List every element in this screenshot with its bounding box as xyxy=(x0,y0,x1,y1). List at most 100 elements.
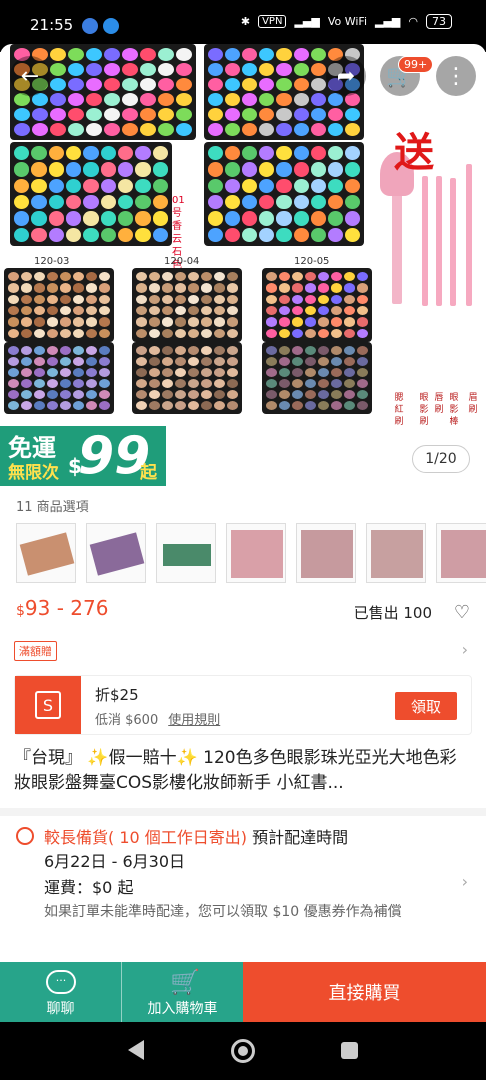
eyeshadow-pan xyxy=(8,390,19,399)
option-thumbnail[interactable] xyxy=(366,523,426,583)
eyeshadow-pan xyxy=(50,48,66,61)
eyeshadow-pan xyxy=(50,123,66,136)
eyeshadow-pan xyxy=(135,178,151,193)
eyeshadow-pan xyxy=(149,272,160,282)
eyeshadow-pan xyxy=(158,78,174,91)
price-value: 93 - 276 xyxy=(24,596,109,620)
coupon-rules-link[interactable]: 使用規則 xyxy=(168,713,220,728)
eyeshadow-pan xyxy=(47,401,58,410)
signal-icon: ▂▄▆ xyxy=(294,15,320,28)
nav-back-icon[interactable] xyxy=(128,1040,144,1060)
option-thumbnail[interactable] xyxy=(226,523,286,583)
eyeshadow-pan xyxy=(225,78,241,91)
eyeshadow-pan xyxy=(331,390,342,399)
eyeshadow-pan xyxy=(73,401,84,410)
eyeshadow-pan xyxy=(227,401,238,410)
eyeshadow-pan xyxy=(259,146,275,161)
eyeshadow-pan xyxy=(86,328,97,338)
eyeshadow-pan xyxy=(318,294,329,304)
palette-label: 120-04 xyxy=(164,256,200,267)
eyeshadow-pan xyxy=(201,328,212,338)
system-nav-bar xyxy=(0,1022,486,1080)
option-thumbnail[interactable] xyxy=(436,523,486,583)
option-thumbnail[interactable] xyxy=(296,523,356,583)
chat-icon: ··· xyxy=(46,970,76,994)
option-thumbnail[interactable] xyxy=(156,523,216,583)
eyeshadow-pan xyxy=(225,93,241,106)
eyeshadow-pan xyxy=(276,211,292,226)
nav-home-icon[interactable] xyxy=(231,1039,255,1063)
eyeshadow-pan xyxy=(208,63,224,76)
eyeshadow-pan xyxy=(136,401,147,410)
eyeshadow-pan xyxy=(357,305,368,316)
eyeshadow-pan xyxy=(162,305,173,316)
option-thumbnail[interactable] xyxy=(16,523,76,583)
eyeshadow-pan xyxy=(225,48,241,61)
eyeshadow-pan xyxy=(357,401,368,410)
eyeshadow-pan xyxy=(344,211,360,226)
eyeshadow-pan xyxy=(259,63,275,76)
gift-tag[interactable]: 滿額贈 xyxy=(14,641,57,661)
eyeshadow-pan xyxy=(60,305,71,316)
option-thumbnail[interactable] xyxy=(86,523,146,583)
buy-now-button[interactable]: 直接購買 xyxy=(243,962,486,1022)
eyeshadow-pan xyxy=(276,162,292,177)
eyeshadow-pan xyxy=(318,283,329,293)
eyeshadow-pan xyxy=(344,379,355,388)
chat-button[interactable]: ··· 聊聊 xyxy=(0,962,121,1022)
eyeshadow-pan xyxy=(65,162,82,177)
eyeshadow-pan xyxy=(86,123,102,136)
eyeshadow-pan xyxy=(14,146,30,161)
eyeshadow-pan xyxy=(188,390,199,399)
eyeshadow-pan xyxy=(214,368,225,377)
add-to-cart-button[interactable]: 🛒 加入購物車 xyxy=(121,962,243,1022)
eyeshadow-pan xyxy=(175,368,186,377)
eyeshadow-pan xyxy=(259,123,275,136)
eyeshadow-pan xyxy=(99,379,110,388)
eyeshadow-pan xyxy=(14,162,30,177)
eyeshadow-pan xyxy=(266,357,277,366)
back-arrow-icon[interactable]: ← xyxy=(10,56,50,96)
eyeshadow-pan xyxy=(292,368,303,377)
eyeshadow-pan xyxy=(136,357,147,366)
palette-image xyxy=(262,342,372,414)
eyeshadow-pan xyxy=(31,227,47,242)
eyeshadow-pan xyxy=(188,379,199,388)
eyeshadow-pan xyxy=(86,346,97,355)
eyeshadow-pan xyxy=(305,390,316,399)
eyeshadow-pan xyxy=(48,146,64,161)
eyeshadow-pan xyxy=(65,146,82,161)
eyeshadow-pan xyxy=(259,93,275,106)
eyeshadow-pan xyxy=(225,123,241,136)
eyeshadow-pan xyxy=(176,78,192,91)
eyeshadow-pan xyxy=(136,390,147,399)
product-title: 『台現』 ✨假一賠十✨ 120色多色眼影珠光亞光大地色彩妝眼影盤舞臺COS影樓化… xyxy=(14,748,457,793)
eyeshadow-pan xyxy=(279,357,290,366)
eyeshadow-pan xyxy=(117,227,134,242)
claim-button[interactable]: 領取 xyxy=(395,692,457,720)
eyeshadow-pan xyxy=(201,379,212,388)
product-image-carousel[interactable]: 01号香云石色 120-03 120-04 120-05 腮紅刷 眼影刷 唇刷 … xyxy=(0,44,486,426)
heart-icon[interactable]: ♡ xyxy=(454,602,470,623)
chevron-right-icon[interactable]: › xyxy=(462,872,468,891)
more-options-icon[interactable]: ⋮ xyxy=(436,56,476,96)
eyeshadow-pan xyxy=(86,390,97,399)
eyeshadow-pan xyxy=(305,328,316,338)
brush-label: 眉刷 xyxy=(468,393,478,415)
promo-suffix: 起 xyxy=(140,463,157,483)
eyeshadow-pan xyxy=(83,194,99,210)
eyeshadow-pan xyxy=(259,108,275,121)
eyeshadow-pan xyxy=(208,48,224,61)
eyeshadow-pan xyxy=(225,194,241,210)
share-icon[interactable]: ➦ xyxy=(326,56,366,96)
chevron-right-icon[interactable]: › xyxy=(462,640,468,659)
eyeshadow-pan xyxy=(140,123,156,136)
eyeshadow-pan xyxy=(305,368,316,377)
eyeshadow-pan xyxy=(266,346,277,355)
eyeshadow-pan xyxy=(50,108,66,121)
eyeshadow-pan xyxy=(357,357,368,366)
eyeshadow-pan xyxy=(242,93,258,106)
eyeshadow-pan xyxy=(175,328,186,338)
nav-recents-icon[interactable] xyxy=(341,1042,358,1059)
eyeshadow-pan xyxy=(149,346,160,355)
